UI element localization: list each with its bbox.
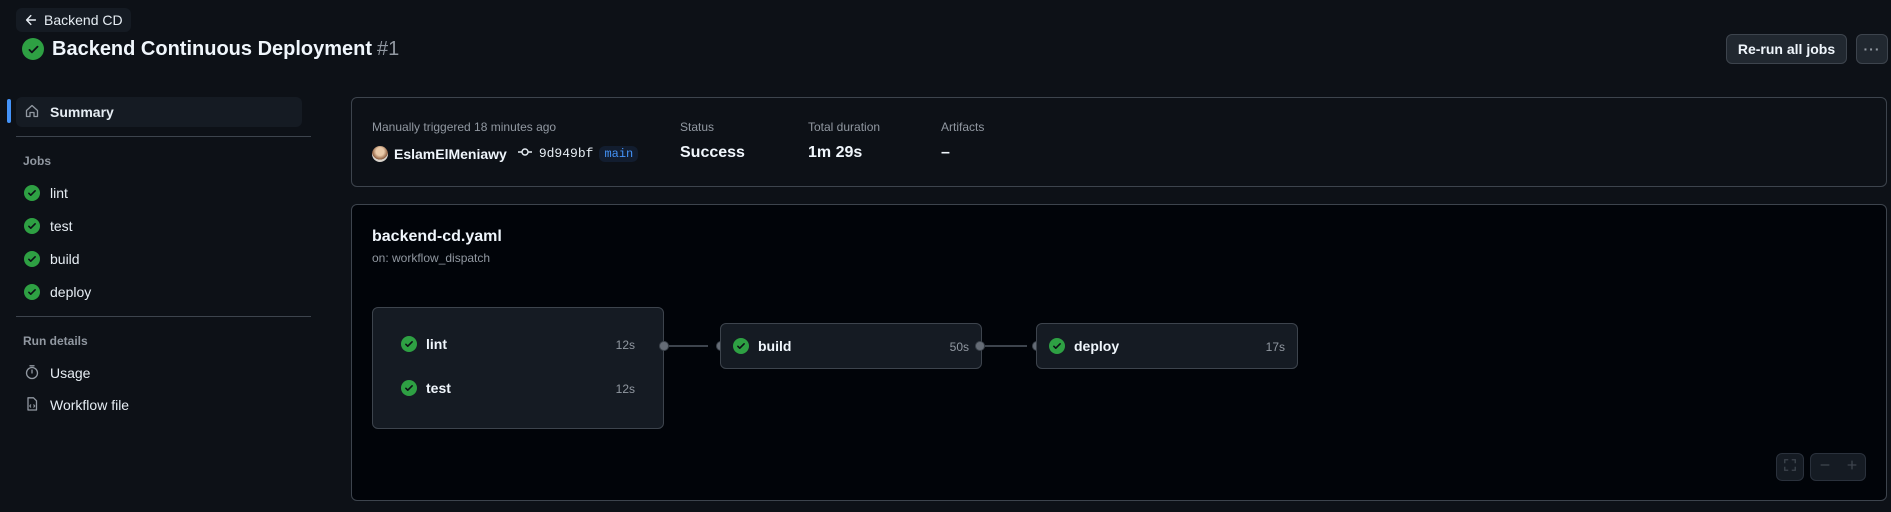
sidebar-item-summary[interactable]: Summary xyxy=(16,97,302,127)
status-value: Success xyxy=(680,144,745,161)
sidebar-item-label: Summary xyxy=(50,104,114,120)
check-circle-icon xyxy=(24,185,40,201)
check-circle-icon xyxy=(733,338,749,354)
branch-badge[interactable]: main xyxy=(599,145,639,162)
page-title: Backend Continuous Deployment #1 xyxy=(22,36,399,62)
check-circle-icon xyxy=(401,336,417,352)
sidebar-item-usage[interactable]: Usage xyxy=(16,358,302,388)
sidebar-divider xyxy=(16,316,311,317)
jobs-heading: Jobs xyxy=(23,154,52,168)
job-name: test xyxy=(426,380,451,396)
check-circle-icon xyxy=(24,251,40,267)
avatar[interactable] xyxy=(372,145,388,162)
artifacts-value: – xyxy=(941,144,950,161)
run-number: #1 xyxy=(377,37,400,60)
check-circle-icon xyxy=(22,38,44,60)
sidebar-item-label: Workflow file xyxy=(50,397,130,413)
fullscreen-icon xyxy=(1783,458,1797,477)
graph-connector-node xyxy=(659,341,669,351)
more-options-button[interactable]: ··· xyxy=(1856,34,1888,64)
sidebar-item-label: Usage xyxy=(50,365,91,381)
check-circle-icon xyxy=(401,380,417,396)
arrow-left-icon xyxy=(24,13,38,27)
artifacts-label: Artifacts xyxy=(941,120,985,134)
zoom-out-icon[interactable] xyxy=(1818,458,1832,477)
duration-label: Total duration xyxy=(808,120,881,134)
home-icon xyxy=(24,103,40,122)
check-circle-icon xyxy=(24,218,40,234)
graph-connector-line xyxy=(985,345,1027,347)
sidebar-item-label: lint xyxy=(50,185,68,201)
file-code-icon xyxy=(24,396,40,415)
job-duration: 12s xyxy=(615,338,635,352)
run-summary-panel: Manually triggered 18 minutes ago EslamE… xyxy=(351,97,1887,187)
actor-link[interactable]: EslamElMeniawy xyxy=(394,146,507,162)
sidebar-item-label: build xyxy=(50,251,80,267)
job-group-lint-test: lint 12s test 12s xyxy=(372,307,664,429)
job-build[interactable]: build xyxy=(733,338,791,354)
commit-icon xyxy=(517,144,533,163)
status-label: Status xyxy=(680,120,715,134)
zoom-controls xyxy=(1810,453,1866,481)
job-card-deploy[interactable]: deploy 17s xyxy=(1036,323,1298,369)
workflow-graph-panel: backend-cd.yaml on: workflow_dispatch li… xyxy=(351,204,1887,501)
job-duration: 17s xyxy=(1265,340,1285,354)
check-circle-icon xyxy=(1049,338,1065,354)
sidebar-job-lint[interactable]: lint xyxy=(16,178,302,208)
rerun-all-jobs-button[interactable]: Re-run all jobs xyxy=(1726,34,1847,64)
job-test[interactable]: test xyxy=(401,380,451,396)
graph-connector-line xyxy=(669,345,708,347)
trigger-text: Manually triggered 18 minutes ago xyxy=(372,120,557,134)
job-name: deploy xyxy=(1074,338,1120,354)
back-link-label: Backend CD xyxy=(44,12,123,28)
check-circle-icon xyxy=(24,284,40,300)
sidebar-item-workflow-file[interactable]: Workflow file xyxy=(16,390,302,420)
workflow-trigger: on: workflow_dispatch xyxy=(372,251,491,265)
zoom-in-icon[interactable] xyxy=(1845,458,1859,477)
duration-value: 1m 29s xyxy=(808,144,863,161)
fullscreen-button[interactable] xyxy=(1776,453,1804,481)
commit-sha[interactable]: 9d949bf xyxy=(539,146,594,161)
sidebar-job-build[interactable]: build xyxy=(16,244,302,274)
job-lint[interactable]: lint xyxy=(401,336,447,352)
job-duration: 12s xyxy=(615,382,635,396)
sidebar-job-test[interactable]: test xyxy=(16,211,302,241)
trigger-details: EslamElMeniawy 9d949bf main xyxy=(372,144,639,163)
stopwatch-icon xyxy=(24,364,40,383)
graph-connector-node xyxy=(975,341,985,351)
job-duration: 50s xyxy=(949,340,969,354)
job-name: lint xyxy=(426,336,447,352)
back-link[interactable]: Backend CD xyxy=(16,8,131,32)
run-details-heading: Run details xyxy=(23,334,88,348)
sidebar-item-label: deploy xyxy=(50,284,92,300)
active-indicator xyxy=(7,99,11,123)
job-deploy[interactable]: deploy xyxy=(1049,338,1119,354)
job-card-build[interactable]: build 50s xyxy=(720,323,982,369)
sidebar-item-label: test xyxy=(50,218,73,234)
workflow-file-name: backend-cd.yaml xyxy=(372,228,502,245)
sidebar-divider xyxy=(16,136,311,137)
sidebar-job-deploy[interactable]: deploy xyxy=(16,277,302,307)
job-name: build xyxy=(758,338,792,354)
workflow-title: Backend Continuous Deployment xyxy=(52,37,373,60)
